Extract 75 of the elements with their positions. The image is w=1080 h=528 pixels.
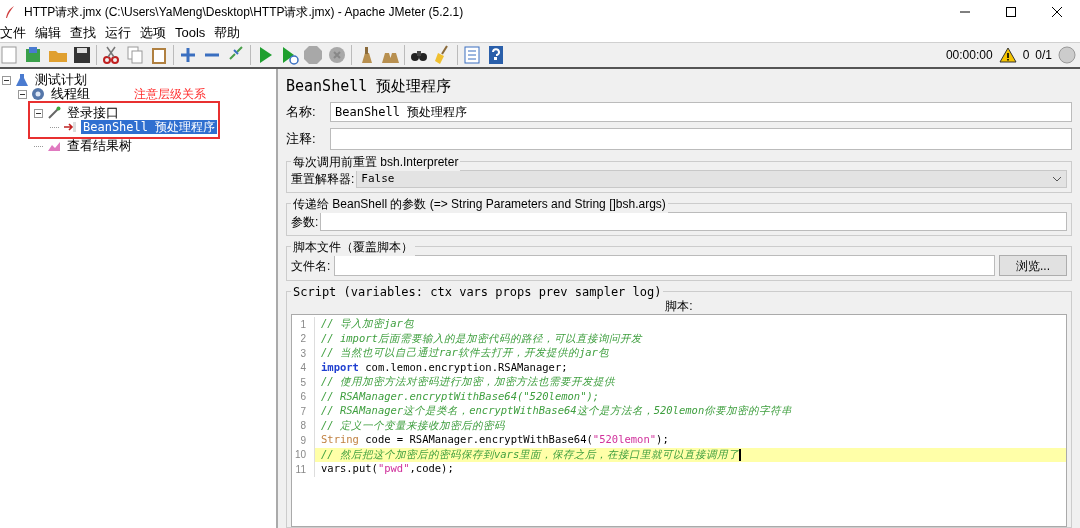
code-line: // 导入加密jar包 (314, 317, 1066, 332)
group-title: 每次调用前重置 bsh.Interpreter (291, 153, 461, 171)
tree-item[interactable]: BeanShell 预处理程序 (81, 120, 218, 134)
code-line: // 当然也可以自己通过rar软件去打开，开发提供的jar包 (314, 346, 1066, 361)
code-line: // RSAManager.encryptWithBase64("520lemon"); (314, 389, 1066, 404)
elapsed-time: 00:00:00 (945, 47, 993, 64)
maximize-icon (1006, 7, 1016, 17)
menu-item[interactable]: 帮助 (214, 23, 241, 43)
pipette-icon (47, 106, 61, 120)
flask-icon (15, 73, 29, 87)
warning-icon[interactable] (998, 47, 1017, 63)
tree-item[interactable]: 查看结果树 (65, 139, 134, 153)
arrow-icon (63, 120, 77, 134)
code-line: String code = RSAManager.encryptWithBase64("520lemon"); (314, 433, 1066, 448)
field-label: 名称: (286, 103, 317, 122)
stop-icon[interactable] (303, 45, 323, 65)
tree-item[interactable]: 线程组 (49, 87, 92, 101)
code-line: // RSAManager这个是类名，encryptWithBase64这个是方法名，520lemon你要加密的字符串 (314, 404, 1066, 419)
window-title: HTTP请求.jmx (C:\Users\YaMeng\Desktop\HTTP请求.jmx) - Apache JMeter (5.2.1) (24, 4, 464, 21)
code-line: // 定义一个变量来接收加密后的密码 (314, 418, 1066, 433)
shutdown-icon[interactable] (327, 45, 347, 65)
menu-item[interactable]: 查找 (70, 23, 96, 43)
group-title: Script (variables: ctx vars props prev sampler log) (291, 283, 664, 301)
code-editor[interactable] (291, 314, 1067, 527)
menu-item[interactable]: Tools (175, 23, 206, 43)
collapse-toggle[interactable] (18, 89, 27, 99)
collapse-toggle[interactable] (34, 108, 43, 118)
help-icon[interactable] (486, 45, 506, 65)
annotation: 注意层级关系 (134, 87, 206, 101)
close-icon (1052, 7, 1062, 17)
menu-item[interactable]: 选项 (140, 23, 166, 43)
field-label: 文件名: (291, 257, 331, 275)
reset-dropdown[interactable]: False (356, 170, 1067, 188)
tree-item[interactable]: 登录接口 (65, 106, 121, 120)
warning-count: 0 (1022, 47, 1030, 64)
code-line: import com.lemon.encryption.RSAManager; (314, 360, 1066, 375)
clipboard-icon[interactable] (149, 45, 169, 65)
line-number: 5 (299, 375, 307, 390)
line-number: 3 (299, 346, 307, 361)
gear-icon (31, 87, 45, 101)
feather-icon (4, 5, 16, 19)
line-number: 9 (299, 433, 307, 448)
field-label: 参数: (291, 213, 319, 231)
code-line: // import后面需要输入的是加密代码的路径，可以直接询问开发 (314, 331, 1066, 346)
menu-item[interactable]: 运行 (105, 23, 131, 43)
line-number: 2 (299, 332, 307, 347)
tree-item[interactable]: 测试计划 (33, 73, 89, 87)
scissors-icon[interactable] (101, 45, 121, 65)
group-title: 传递给 BeanShell 的参数 (=> String Parameters and String []bsh.args) (291, 195, 668, 213)
line-number: 4 (299, 361, 307, 376)
chevron-down-icon (1052, 176, 1062, 182)
browse-button[interactable]: 浏览... (999, 255, 1067, 276)
comment-field[interactable] (330, 128, 1072, 150)
script-label: 脚本: (665, 298, 693, 314)
menu-item[interactable]: 文件 (0, 23, 26, 43)
panel-title: BeanShell 预处理程序 (286, 76, 453, 97)
code-line: // 使用加密方法对密码进行加密，加密方法也需要开发提供 (314, 375, 1066, 390)
field-label: 重置解释器: (291, 171, 355, 188)
parameters-field[interactable] (320, 212, 1067, 231)
plus-icon[interactable] (178, 45, 198, 65)
line-number: 11 (294, 462, 307, 477)
field-label: 注释: (286, 130, 317, 149)
line-number: 1 (299, 317, 307, 332)
thread-count: 0/1 (1035, 47, 1052, 64)
save-icon[interactable] (72, 45, 92, 65)
collapse-toggle[interactable] (2, 75, 11, 85)
group-title: 脚本文件（覆盖脚本） (291, 238, 415, 256)
line-number: 8 (299, 419, 307, 434)
line-number: 6 (299, 390, 307, 405)
code-line: vars.put("pwd",code); (314, 462, 1066, 477)
menu-item[interactable]: 编辑 (35, 23, 61, 43)
name-field[interactable]: BeanShell 预处理程序 (330, 102, 1072, 122)
line-number: 7 (299, 404, 307, 419)
line-number: 10 (293, 448, 307, 463)
file-field[interactable] (334, 255, 995, 276)
